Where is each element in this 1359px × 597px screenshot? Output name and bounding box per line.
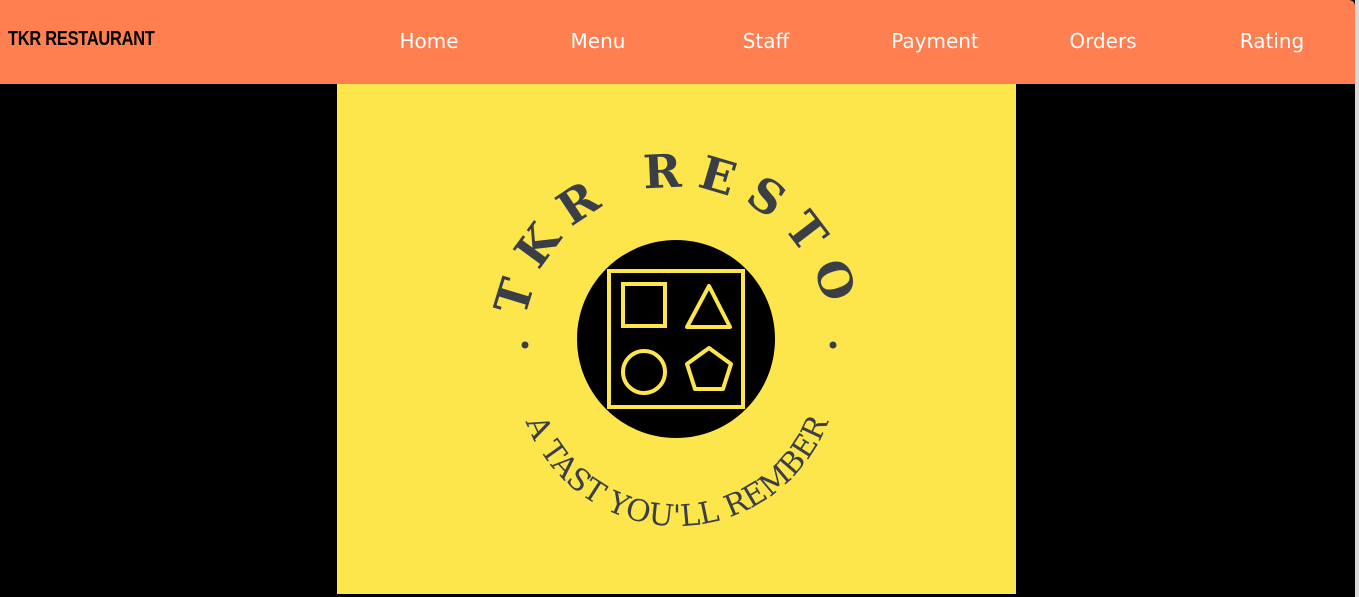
nav-link-staff[interactable]: Staff	[743, 29, 790, 53]
logo-emblem	[577, 240, 775, 438]
logo-graphic: TKR RESTO A TAST YOU'LL REMBER	[483, 143, 856, 534]
nav-link-orders[interactable]: Orders	[1069, 29, 1136, 53]
window-right-edge	[1355, 0, 1359, 597]
restaurant-logo-image: TKR RESTO A TAST YOU'LL REMBER	[337, 84, 1016, 594]
logo-right-dot	[829, 341, 837, 349]
top-navbar: TKR RESTAURANT Home Menu Staff Payment O…	[0, 0, 1355, 84]
nav-link-home[interactable]: Home	[399, 29, 458, 53]
brand-name[interactable]: TKR RESTAURANT	[8, 28, 155, 51]
logo-left-dot	[521, 341, 529, 349]
nav-link-menu[interactable]: Menu	[571, 29, 626, 53]
nav-link-payment[interactable]: Payment	[891, 29, 979, 53]
nav-link-rating[interactable]: Rating	[1240, 29, 1304, 53]
